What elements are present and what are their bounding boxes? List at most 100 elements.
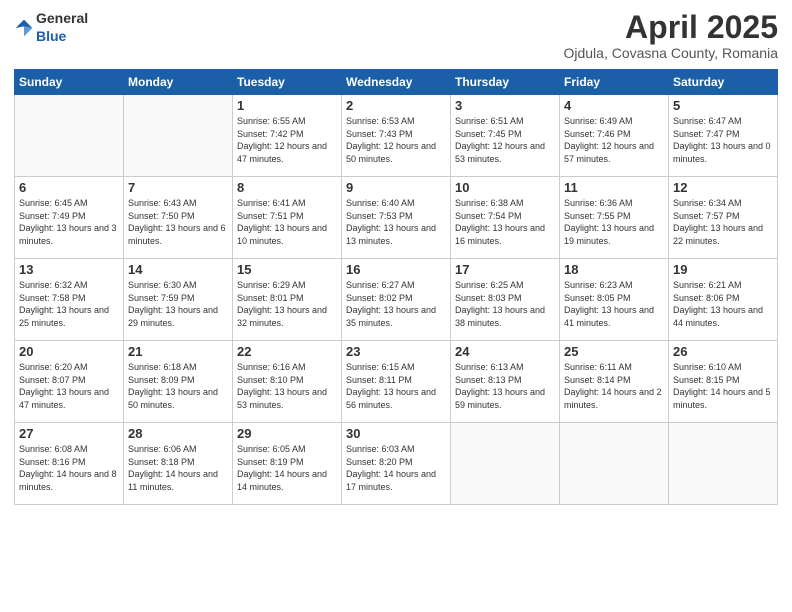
calendar-header-row: Sunday Monday Tuesday Wednesday Thursday… (15, 70, 778, 95)
day-number: 2 (346, 98, 446, 113)
calendar-cell: 25 Sunrise: 6:11 AMSunset: 8:14 PMDayligh… (560, 341, 669, 423)
day-info: Sunrise: 6:29 AMSunset: 8:01 PMDaylight:… (237, 279, 337, 329)
calendar-week-2: 13 Sunrise: 6:32 AMSunset: 7:58 PMDayligh… (15, 259, 778, 341)
day-info: Sunrise: 6:55 AMSunset: 7:42 PMDaylight:… (237, 115, 337, 165)
day-number: 14 (128, 262, 228, 277)
calendar-cell (15, 95, 124, 177)
calendar-cell: 12Sunrise: 6:34 AMSunset: 7:57 PMDayligh… (669, 177, 778, 259)
logo-icon (14, 18, 34, 38)
calendar-cell: 30 Sunrise: 6:03 AMSunset: 8:20 PMDayligh… (342, 423, 451, 505)
calendar-week-3: 20 Sunrise: 6:20 AMSunset: 8:07 PMDayligh… (15, 341, 778, 423)
calendar-week-0: 1 Sunrise: 6:55 AMSunset: 7:42 PMDaylight… (15, 95, 778, 177)
calendar-cell: 8Sunrise: 6:41 AMSunset: 7:51 PMDaylight… (233, 177, 342, 259)
logo: General Blue (14, 10, 88, 46)
calendar-cell: 26Sunrise: 6:10 AMSunset: 8:15 PMDayligh… (669, 341, 778, 423)
day-number: 25 (564, 344, 664, 359)
calendar-cell: 23 Sunrise: 6:15 AMSunset: 8:11 PMDayligh… (342, 341, 451, 423)
header-sunday: Sunday (15, 70, 124, 95)
calendar-cell: 22Sunrise: 6:16 AMSunset: 8:10 PMDayligh… (233, 341, 342, 423)
day-info: Sunrise: 6:34 AMSunset: 7:57 PMDaylight:… (673, 197, 773, 247)
calendar-cell: 16 Sunrise: 6:27 AMSunset: 8:02 PMDayligh… (342, 259, 451, 341)
day-info: Sunrise: 6:41 AMSunset: 7:51 PMDaylight:… (237, 197, 337, 247)
day-info: Sunrise: 6:03 AMSunset: 8:20 PMDaylight:… (346, 443, 446, 493)
day-number: 29 (237, 426, 337, 441)
day-number: 1 (237, 98, 337, 113)
day-number: 16 (346, 262, 446, 277)
day-info: Sunrise: 6:38 AMSunset: 7:54 PMDaylight:… (455, 197, 555, 247)
day-info: Sunrise: 6:40 AMSunset: 7:53 PMDaylight:… (346, 197, 446, 247)
day-info: Sunrise: 6:36 AMSunset: 7:55 PMDaylight:… (564, 197, 664, 247)
header-friday: Friday (560, 70, 669, 95)
calendar-week-1: 6 Sunrise: 6:45 AMSunset: 7:49 PMDaylight… (15, 177, 778, 259)
day-info: Sunrise: 6:53 AMSunset: 7:43 PMDaylight:… (346, 115, 446, 165)
day-info: Sunrise: 6:45 AMSunset: 7:49 PMDaylight:… (19, 197, 119, 247)
day-number: 19 (673, 262, 773, 277)
calendar-cell: 21 Sunrise: 6:18 AMSunset: 8:09 PMDayligh… (124, 341, 233, 423)
calendar-cell (124, 95, 233, 177)
day-info: Sunrise: 6:51 AMSunset: 7:45 PMDaylight:… (455, 115, 555, 165)
day-number: 3 (455, 98, 555, 113)
header-saturday: Saturday (669, 70, 778, 95)
calendar-cell: 7Sunrise: 6:43 AMSunset: 7:50 PMDaylight… (124, 177, 233, 259)
day-number: 4 (564, 98, 664, 113)
title-block: April 2025 Ojdula, Covasna County, Roman… (563, 10, 778, 61)
calendar-cell: 19 Sunrise: 6:21 AMSunset: 8:06 PMDayligh… (669, 259, 778, 341)
calendar-cell: 20 Sunrise: 6:20 AMSunset: 8:07 PMDayligh… (15, 341, 124, 423)
day-number: 15 (237, 262, 337, 277)
day-number: 27 (19, 426, 119, 441)
header-wednesday: Wednesday (342, 70, 451, 95)
page: General Blue April 2025 Ojdula, Covasna … (0, 0, 792, 612)
calendar-cell: 1 Sunrise: 6:55 AMSunset: 7:42 PMDaylight… (233, 95, 342, 177)
day-number: 11 (564, 180, 664, 195)
day-info: Sunrise: 6:05 AMSunset: 8:19 PMDaylight:… (237, 443, 337, 493)
calendar-cell: 17Sunrise: 6:25 AMSunset: 8:03 PMDayligh… (451, 259, 560, 341)
calendar-cell: 28 Sunrise: 6:06 AMSunset: 8:18 PMDayligh… (124, 423, 233, 505)
day-info: Sunrise: 6:21 AMSunset: 8:06 PMDaylight:… (673, 279, 773, 329)
calendar-cell: 11 Sunrise: 6:36 AMSunset: 7:55 PMDayligh… (560, 177, 669, 259)
calendar-cell: 29 Sunrise: 6:05 AMSunset: 8:19 PMDayligh… (233, 423, 342, 505)
day-info: Sunrise: 6:11 AMSunset: 8:14 PMDaylight:… (564, 361, 664, 411)
day-info: Sunrise: 6:49 AMSunset: 7:46 PMDaylight:… (564, 115, 664, 165)
calendar-cell: 5 Sunrise: 6:47 AMSunset: 7:47 PMDaylight… (669, 95, 778, 177)
day-number: 13 (19, 262, 119, 277)
calendar-cell: 18Sunrise: 6:23 AMSunset: 8:05 PMDayligh… (560, 259, 669, 341)
day-info: Sunrise: 6:06 AMSunset: 8:18 PMDaylight:… (128, 443, 228, 493)
calendar-cell: 27 Sunrise: 6:08 AMSunset: 8:16 PMDayligh… (15, 423, 124, 505)
day-number: 18 (564, 262, 664, 277)
day-info: Sunrise: 6:47 AMSunset: 7:47 PMDaylight:… (673, 115, 773, 165)
day-number: 28 (128, 426, 228, 441)
day-number: 21 (128, 344, 228, 359)
day-number: 23 (346, 344, 446, 359)
day-info: Sunrise: 6:16 AMSunset: 8:10 PMDaylight:… (237, 361, 337, 411)
day-number: 30 (346, 426, 446, 441)
day-info: Sunrise: 6:15 AMSunset: 8:11 PMDaylight:… (346, 361, 446, 411)
logo-general: General (36, 10, 88, 26)
day-info: Sunrise: 6:30 AMSunset: 7:59 PMDaylight:… (128, 279, 228, 329)
day-number: 26 (673, 344, 773, 359)
day-info: Sunrise: 6:08 AMSunset: 8:16 PMDaylight:… (19, 443, 119, 493)
day-info: Sunrise: 6:18 AMSunset: 8:09 PMDaylight:… (128, 361, 228, 411)
day-number: 7 (128, 180, 228, 195)
day-info: Sunrise: 6:32 AMSunset: 7:58 PMDaylight:… (19, 279, 119, 329)
header-thursday: Thursday (451, 70, 560, 95)
calendar-location: Ojdula, Covasna County, Romania (563, 45, 778, 61)
day-number: 5 (673, 98, 773, 113)
calendar-cell: 3 Sunrise: 6:51 AMSunset: 7:45 PMDaylight… (451, 95, 560, 177)
header-tuesday: Tuesday (233, 70, 342, 95)
day-number: 20 (19, 344, 119, 359)
calendar-cell: 13 Sunrise: 6:32 AMSunset: 7:58 PMDayligh… (15, 259, 124, 341)
calendar-cell: 2 Sunrise: 6:53 AMSunset: 7:43 PMDaylight… (342, 95, 451, 177)
day-number: 17 (455, 262, 555, 277)
calendar-table: Sunday Monday Tuesday Wednesday Thursday… (14, 69, 778, 505)
header: General Blue April 2025 Ojdula, Covasna … (14, 10, 778, 61)
calendar-cell: 24Sunrise: 6:13 AMSunset: 8:13 PMDayligh… (451, 341, 560, 423)
day-number: 24 (455, 344, 555, 359)
day-info: Sunrise: 6:20 AMSunset: 8:07 PMDaylight:… (19, 361, 119, 411)
day-number: 6 (19, 180, 119, 195)
day-info: Sunrise: 6:27 AMSunset: 8:02 PMDaylight:… (346, 279, 446, 329)
calendar-cell (669, 423, 778, 505)
calendar-cell: 15 Sunrise: 6:29 AMSunset: 8:01 PMDayligh… (233, 259, 342, 341)
day-number: 9 (346, 180, 446, 195)
calendar-cell: 9 Sunrise: 6:40 AMSunset: 7:53 PMDaylight… (342, 177, 451, 259)
day-number: 10 (455, 180, 555, 195)
